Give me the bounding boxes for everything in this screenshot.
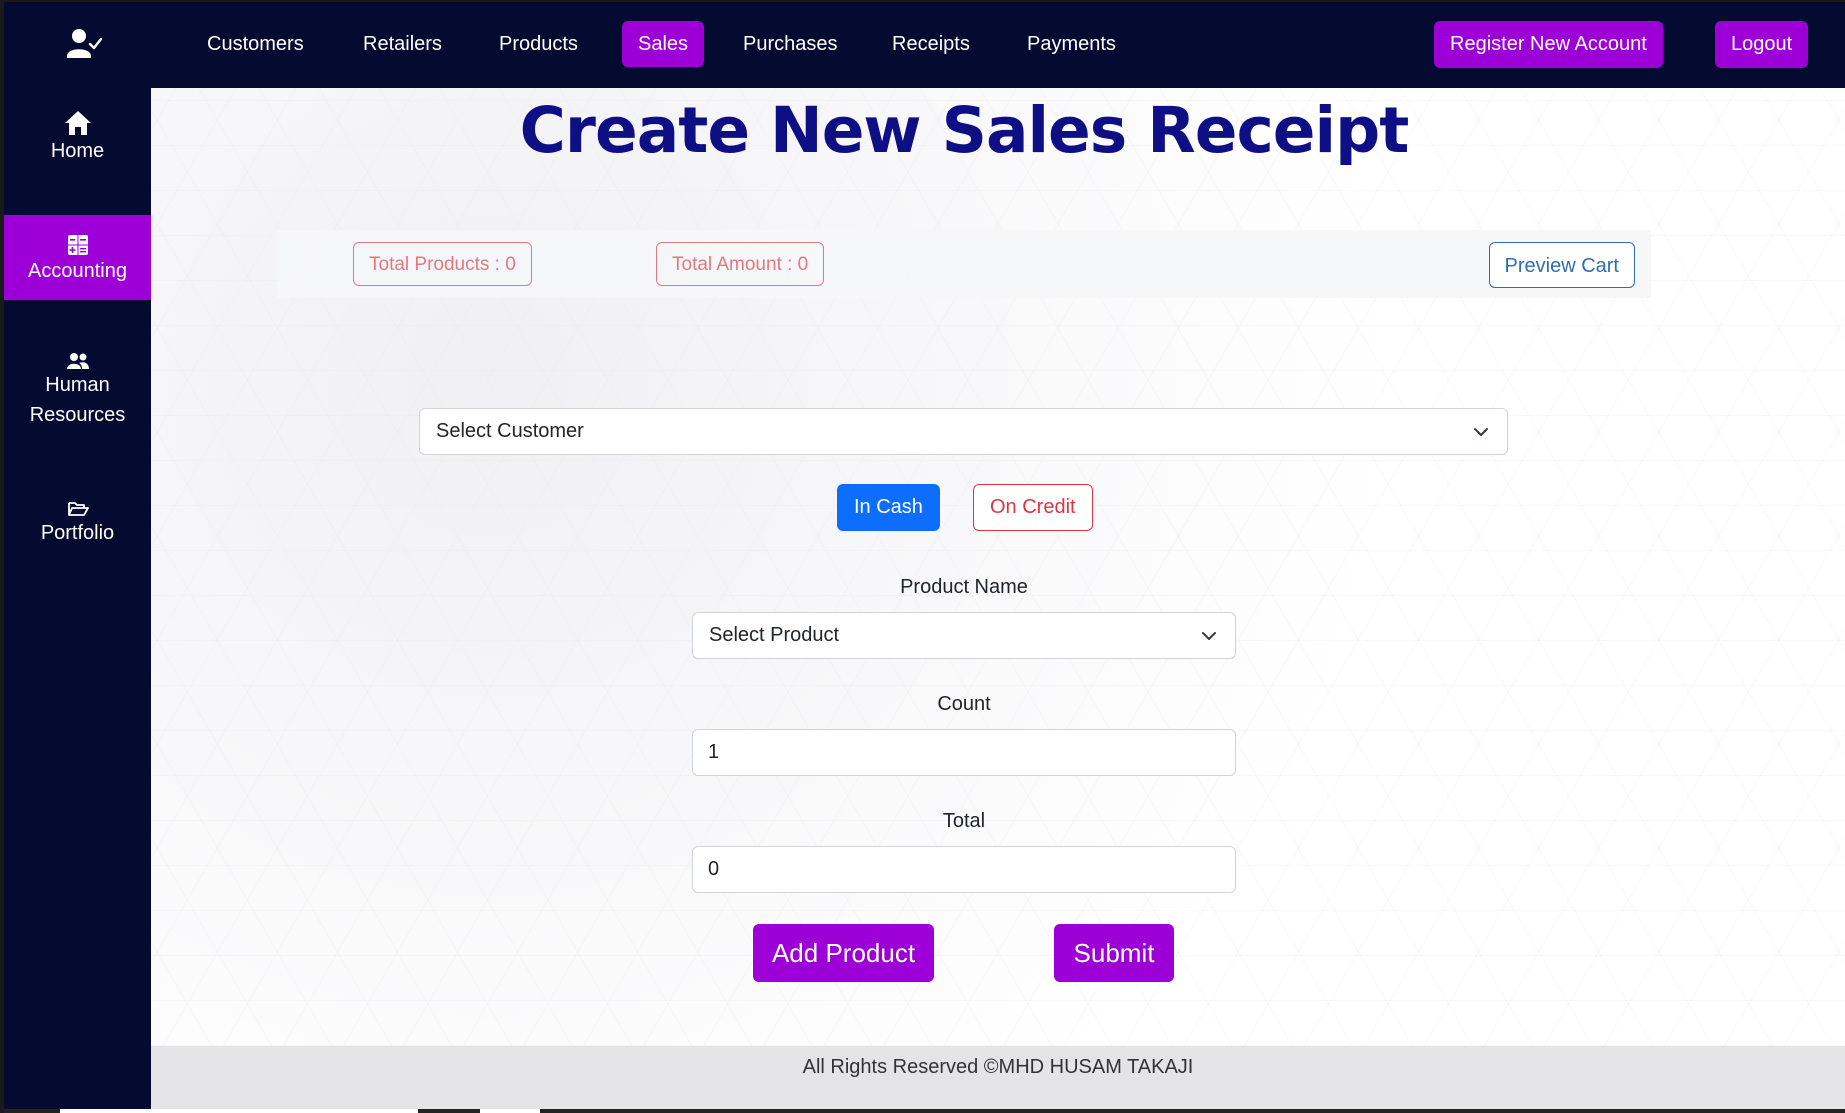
- on-credit-button[interactable]: On Credit: [973, 484, 1093, 531]
- total-products-badge: Total Products : 0: [353, 242, 532, 286]
- total-input[interactable]: 0: [692, 846, 1236, 893]
- sidebar-item-label: Accounting: [28, 260, 127, 282]
- main-content: Create New Sales Receipt Total Products …: [151, 88, 1845, 1046]
- folder-open-icon: [67, 502, 89, 516]
- register-new-account-button[interactable]: Register New Account: [1434, 21, 1663, 68]
- nav-retailers[interactable]: Retailers: [347, 21, 458, 67]
- nav-receipts[interactable]: Receipts: [876, 21, 986, 67]
- sidebar-item-label: Human Resources: [29, 374, 126, 426]
- add-product-button[interactable]: Add Product: [753, 924, 934, 982]
- calculator-icon: [67, 235, 88, 255]
- product-name-label: Product Name: [900, 576, 1028, 598]
- nav-sales[interactable]: Sales: [622, 21, 705, 67]
- sidebar-item-home[interactable]: Home: [4, 110, 151, 166]
- submit-button[interactable]: Submit: [1054, 924, 1174, 982]
- sidebar-item-accounting[interactable]: Accounting: [4, 215, 151, 300]
- sidebar: Home Accounting Human Resources Portfoli…: [0, 88, 151, 1113]
- total-amount-badge: Total Amount : 0: [656, 242, 825, 286]
- bottom-edge-segment: [480, 1109, 540, 1113]
- count-label: Count: [937, 693, 991, 715]
- preview-cart-button[interactable]: Preview Cart: [1488, 242, 1635, 288]
- chevron-down-icon: [1474, 428, 1488, 436]
- top-navbar: Customers Retailers Products Sales Purch…: [0, 0, 1845, 88]
- sidebar-item-human-resources[interactable]: Human Resources: [4, 352, 151, 430]
- nav-purchases[interactable]: Purchases: [727, 21, 854, 67]
- user-check-icon[interactable]: [66, 28, 102, 60]
- cart-summary-bar: Total Products : 0 Total Amount : 0 Prev…: [277, 230, 1651, 298]
- total-label: Total: [942, 810, 986, 832]
- footer: All Rights Reserved ©MHD HUSAM TAKAJI: [151, 1046, 1845, 1111]
- customer-select[interactable]: Select Customer: [419, 408, 1508, 455]
- sidebar-item-portfolio[interactable]: Portfolio: [4, 500, 151, 548]
- sidebar-item-label: Home: [50, 140, 105, 162]
- home-icon: [64, 111, 91, 135]
- nav-products[interactable]: Products: [483, 21, 594, 67]
- people-icon: [66, 353, 89, 369]
- sidebar-item-label: Portfolio: [40, 522, 115, 544]
- bottom-edge: [0, 1109, 1845, 1113]
- product-select[interactable]: Select Product: [692, 612, 1236, 659]
- customer-select-value: Select Customer: [436, 420, 584, 442]
- in-cash-button[interactable]: In Cash: [837, 484, 940, 531]
- bottom-edge-segment: [60, 1109, 418, 1113]
- logout-button[interactable]: Logout: [1715, 21, 1809, 68]
- nav-customers[interactable]: Customers: [191, 21, 320, 67]
- count-input[interactable]: 1: [692, 729, 1236, 776]
- chevron-down-icon: [1202, 632, 1216, 640]
- footer-copyright: All Rights Reserved ©MHD HUSAM TAKAJI: [802, 1056, 1194, 1078]
- product-select-value: Select Product: [709, 624, 840, 646]
- page-title: Create New Sales Receipt: [519, 94, 1410, 167]
- nav-payments[interactable]: Payments: [1011, 21, 1132, 67]
